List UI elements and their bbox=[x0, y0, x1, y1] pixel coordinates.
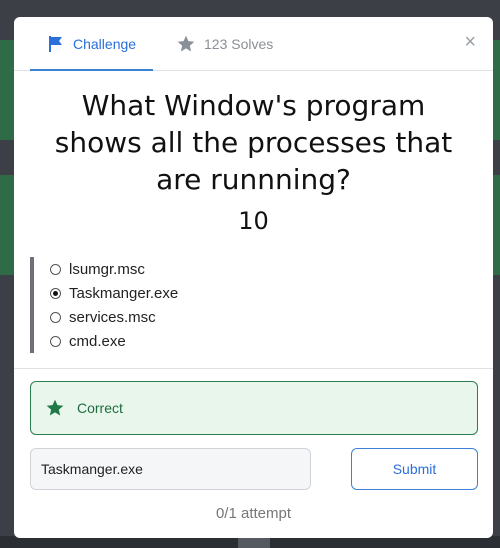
option-item[interactable]: services.msc bbox=[34, 305, 214, 329]
modal-tabs: Challenge 123 Solves × bbox=[14, 17, 493, 71]
option-label: cmd.exe bbox=[69, 332, 126, 350]
result-alert: Correct bbox=[30, 381, 478, 435]
radio-button[interactable] bbox=[50, 335, 61, 347]
close-icon[interactable]: × bbox=[464, 30, 476, 54]
attempts-counter: 0/1 attempt bbox=[215, 505, 292, 522]
tab-challenge[interactable]: Challenge bbox=[30, 17, 153, 71]
background-panel bbox=[0, 175, 14, 275]
flag-icon bbox=[49, 35, 62, 52]
option-label: services.msc bbox=[69, 308, 156, 326]
tab-solves[interactable]: 123 Solves bbox=[176, 17, 273, 70]
background-panel bbox=[0, 40, 14, 140]
question-text: What Window's program shows all the proc… bbox=[54, 89, 453, 196]
radio-button[interactable] bbox=[50, 311, 61, 323]
option-label: lsumgr.msc bbox=[69, 260, 145, 278]
challenge-modal: Challenge 123 Solves × What Window's pro… bbox=[14, 17, 493, 538]
option-item[interactable]: Taskmanger.exe bbox=[34, 281, 214, 305]
option-label: Taskmanger.exe bbox=[69, 284, 179, 302]
divider bbox=[14, 368, 493, 369]
submit-button[interactable]: Submit bbox=[351, 448, 478, 490]
answer-input[interactable] bbox=[30, 448, 311, 490]
option-item[interactable]: cmd.exe bbox=[34, 329, 214, 353]
result-label: Correct bbox=[77, 400, 123, 416]
option-item[interactable]: lsumgr.msc bbox=[34, 257, 214, 281]
points-value: 10 bbox=[238, 207, 269, 235]
answer-options: lsumgr.msc Taskmanger.exe services.msc c… bbox=[30, 257, 214, 353]
star-icon bbox=[46, 399, 64, 416]
radio-button-selected[interactable] bbox=[50, 287, 61, 299]
radio-button[interactable] bbox=[50, 263, 61, 275]
tab-challenge-label: Challenge bbox=[73, 35, 137, 52]
tab-solves-label: 123 Solves bbox=[204, 35, 274, 52]
star-icon bbox=[177, 35, 195, 51]
